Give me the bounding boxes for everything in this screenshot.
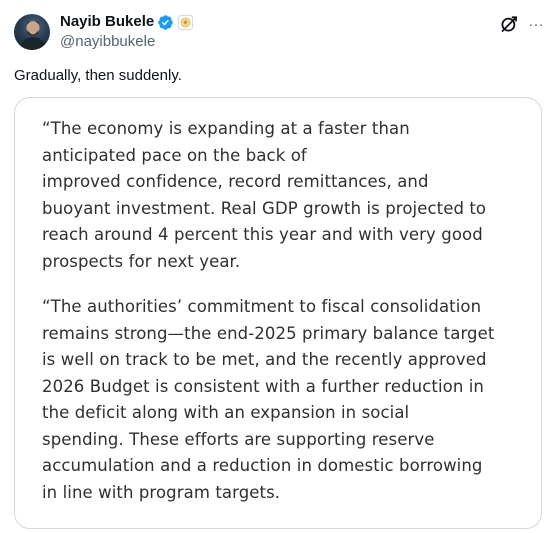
quote-line: improved confidence, record remittances,… [42, 172, 429, 191]
verified-badge-icon [157, 14, 174, 31]
quote-line: is well on track to be met, and the rece… [42, 350, 487, 369]
quote-paragraph-2: “The authorities’ commitment to fiscal c… [42, 294, 522, 506]
quote-line: the deficit along with an expansion in s… [42, 403, 410, 422]
quote-line: in line with program targets. [42, 482, 281, 502]
quote-line: accumulation and a reduction in domestic… [42, 456, 483, 475]
quote-line: 2026 Budget is consistent with a further… [42, 376, 484, 396]
tweet-post: Nayib Bukele @nayibbukele ··· Gradually,… [0, 0, 560, 533]
quote-paragraph-1: “The economy is expanding at a faster th… [42, 116, 522, 275]
grok-icon[interactable] [500, 15, 518, 33]
quote-line: anticipated pace on the back of [42, 145, 307, 165]
tweet-text: Gradually, then suddenly. [14, 67, 182, 84]
display-name[interactable]: Nayib Bukele [60, 12, 154, 32]
quote-line: reach around 4 percent this year and wit… [42, 225, 483, 244]
more-options-icon[interactable]: ··· [526, 14, 546, 34]
user-handle[interactable]: @nayibbukele [60, 32, 480, 52]
affiliate-badge-icon[interactable] [178, 14, 194, 30]
quote-line: remains strong—the end-2025 primary bala… [42, 323, 495, 343]
quote-line: “The economy is expanding at a faster th… [42, 119, 410, 138]
quote-line: “The authorities’ commitment to fiscal c… [42, 297, 482, 316]
avatar-portrait-icon [19, 20, 47, 50]
name-row: Nayib Bukele [60, 12, 480, 32]
quote-line: buoyant investment. Real GDP growth is p… [42, 198, 487, 218]
quote-line: prospects for next year. [42, 251, 241, 271]
quote-line: spending. These efforts are supporting r… [42, 429, 435, 449]
media-image-card[interactable]: “The economy is expanding at a faster th… [14, 97, 542, 529]
avatar[interactable] [14, 14, 50, 50]
tweet-header: Nayib Bukele @nayibbukele [60, 12, 480, 52]
